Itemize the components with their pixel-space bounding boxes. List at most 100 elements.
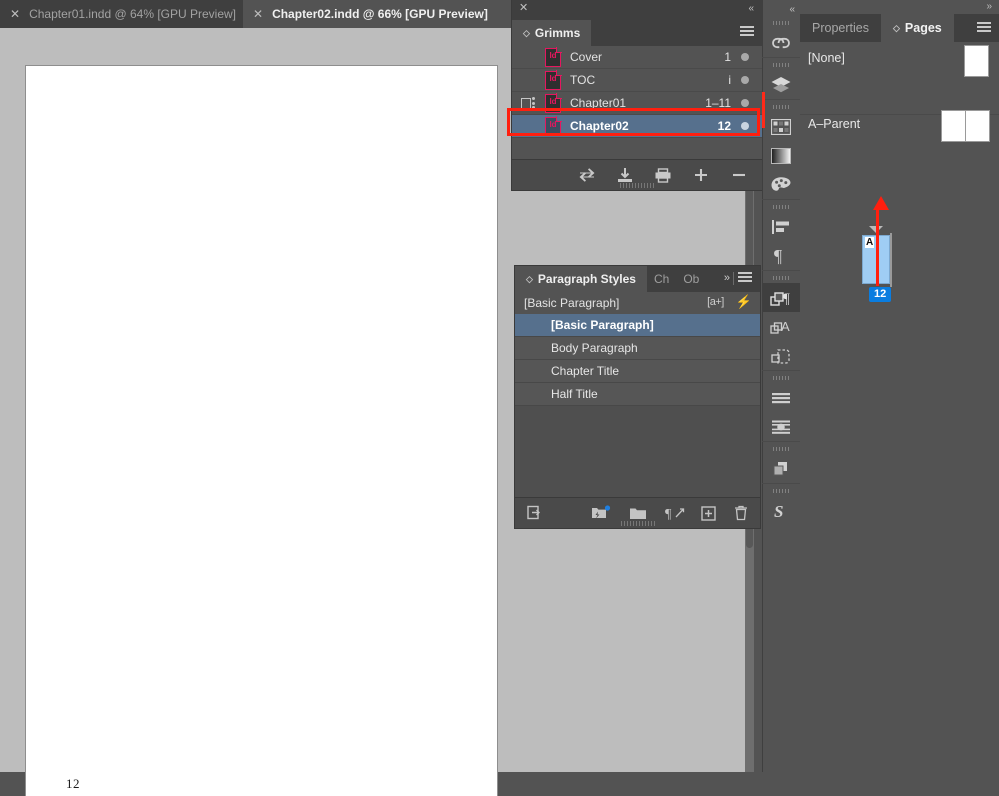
spread-spine [890,233,892,287]
book-document-name: Cover [570,50,724,64]
dock-group-gripper[interactable] [773,105,789,109]
close-icon[interactable]: ✕ [253,8,263,20]
clear-overrides-icon[interactable]: ⚡ [736,294,752,310]
panel-menu-icon[interactable] [740,26,754,38]
list-item-parent-none[interactable]: [None] [800,42,999,74]
align-icon[interactable] [762,212,800,241]
applied-style-bar: [Basic Paragraph] [a+] ⚡ [515,292,760,315]
page-thumbnail-12[interactable]: A [862,235,890,284]
document-page[interactable]: 12 [26,66,497,796]
create-new-style-icon[interactable] [701,506,716,521]
document-tab-chapter01[interactable]: ✕ Chapter01.indd @ 64% [GPU Preview] [0,0,243,28]
book-document-list[interactable]: Id Cover 1 Id TOC i [512,46,762,156]
links-icon[interactable] [762,28,800,57]
panel-menu-icon[interactable] [977,22,991,34]
tab-character-styles[interactable]: Ch [647,266,676,292]
load-styles-icon[interactable] [527,505,544,521]
object-styles-icon[interactable]: ¶ [762,283,800,312]
tab-label: Ch [654,272,669,286]
remove-document-icon[interactable] [730,167,748,183]
text-frame-options-icon[interactable] [762,412,800,441]
page-spread[interactable]: A [858,235,898,289]
panel-menu-icon[interactable] [738,272,752,284]
dock-group-gripper[interactable] [773,21,789,25]
list-item-parent-a[interactable]: A–Parent [800,108,999,140]
swatches-icon[interactable] [762,112,800,141]
dock-group-gripper[interactable] [773,489,789,493]
table-row[interactable]: Id Cover 1 [512,46,762,69]
indesign-doc-icon: Id [545,117,561,136]
status-dot-icon [741,122,749,130]
tab-label: Pages [905,21,942,35]
list-item[interactable]: Body Paragraph [515,337,760,360]
paragraph-styles-list[interactable]: [Basic Paragraph] Body Paragraph Chapter… [515,314,760,498]
clear-overrides-icon[interactable]: ¶ [665,506,685,521]
new-style-group-icon[interactable] [629,506,647,521]
layers-icon[interactable] [762,70,800,99]
effects-icon[interactable] [762,341,800,370]
color-icon[interactable] [762,170,800,199]
character-styles-icon[interactable]: A [762,312,800,341]
dock-group-align: ¶ [762,200,800,271]
sync-status-cell [512,69,545,91]
tab-overflow-icon[interactable]: » [724,272,730,284]
tab-label: Properties [812,21,869,35]
table-row[interactable]: Id Chapter01 1–11 [512,92,762,115]
paragraph-icon[interactable]: ¶ [762,241,800,270]
dock-group-gripper[interactable] [773,376,789,380]
right-panel-titlebar: » [800,0,999,14]
panel-diamond-icon: ◇ [526,274,533,285]
tab-grimms[interactable]: ◇ Grimms [512,20,591,46]
dock-group-gripper[interactable] [773,205,789,209]
svg-text:¶: ¶ [783,291,790,307]
tab-pages[interactable]: ◇ Pages [881,14,954,42]
pathfinder-icon[interactable] [762,454,800,483]
gradient-icon[interactable] [762,141,800,170]
style-name: [Basic Paragraph] [551,318,654,332]
text-wrap-icon[interactable] [762,383,800,412]
parent-page-thumbnail [964,45,989,77]
right-panel: » Properties ◇ Pages [None] A–Parent [800,0,999,772]
parent-pages-section[interactable]: [None] A–Parent [800,42,999,115]
table-row-selected[interactable]: Id Chapter02 12 [512,115,762,138]
print-book-icon[interactable] [654,167,672,183]
style-name: Half Title [551,387,598,401]
dock-group-gripper[interactable] [773,276,789,280]
scripts-icon[interactable]: S [762,496,800,525]
new-style-group-from-icon[interactable] [591,505,611,521]
list-item[interactable]: Chapter Title [515,360,760,383]
tab-label: Ob [683,272,699,286]
dock-group-gripper[interactable] [773,447,789,451]
tab-label: Grimms [535,26,580,40]
close-icon[interactable]: ✕ [519,3,528,14]
list-item[interactable]: Half Title [515,383,760,406]
book-document-name: Chapter01 [570,96,705,110]
expand-icon[interactable]: » [986,1,992,12]
collapsed-panel-dock: « [762,0,800,772]
panel-diamond-icon: ◇ [523,28,530,39]
list-item-selected[interactable]: [Basic Paragraph] [515,314,760,337]
tab-object-styles[interactable]: Ob [676,266,706,292]
save-book-icon[interactable] [616,167,634,183]
applied-style-name: [Basic Paragraph] [524,296,619,310]
collapse-icon[interactable]: « [748,4,754,14]
dock-group-gripper[interactable] [773,63,789,67]
panel-resize-gripper[interactable] [620,183,654,188]
add-document-icon[interactable] [692,167,710,183]
panel-resize-gripper[interactable] [621,521,655,526]
book-page-range: 1–11 [705,96,731,110]
sync-book-icon[interactable] [578,167,596,183]
close-icon[interactable]: ✕ [10,8,20,20]
dock-group-pathfinder [762,442,800,484]
status-dot-icon [741,76,749,84]
tab-properties[interactable]: Properties [800,14,881,42]
document-tab-chapter02[interactable]: ✕ Chapter02.indd @ 66% [GPU Preview] [243,0,486,28]
delete-style-icon[interactable] [734,505,748,521]
tab-paragraph-styles[interactable]: ◇ Paragraph Styles [515,266,647,292]
parent-page-thumbnail [941,110,966,142]
book-page-range: i [728,73,731,87]
table-row[interactable]: Id TOC i [512,69,762,92]
book-panel-footer [512,159,762,190]
divider [733,272,734,285]
collapse-icon[interactable]: « [789,4,795,15]
